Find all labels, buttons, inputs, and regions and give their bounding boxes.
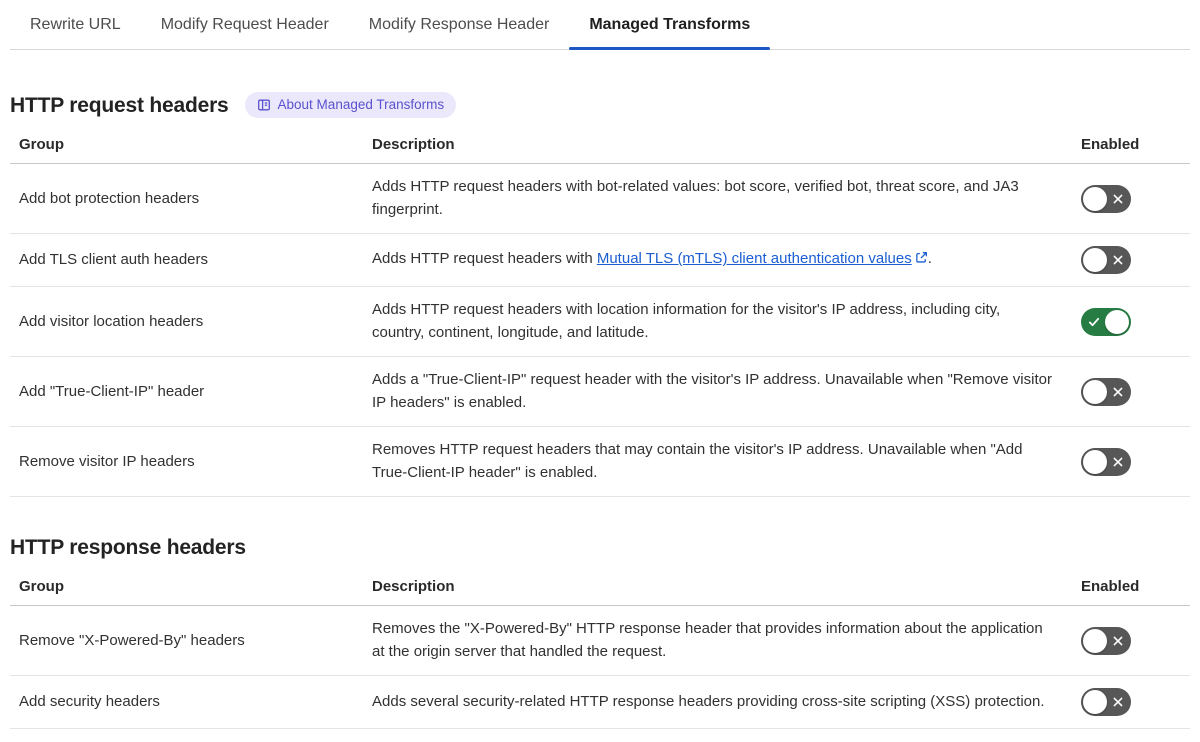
tab-bar: Rewrite URL Modify Request Header Modify R… <box>10 0 1190 50</box>
x-icon <box>1112 193 1124 205</box>
column-header-enabled: Enabled <box>1081 578 1140 595</box>
tab-modify-response-header[interactable]: Modify Response Header <box>349 0 570 49</box>
group-cell: Add "True-Client-IP" header <box>19 382 205 400</box>
response-table-header-row: Group Description Enabled <box>10 568 1190 606</box>
managed-transforms-page: Rewrite URL Modify Request Header Modify R… <box>0 0 1200 729</box>
toggle-add-security-headers[interactable] <box>1081 688 1131 716</box>
description-cell: Removes HTTP request headers that may co… <box>372 441 1023 481</box>
description-link-label: Mutual TLS (mTLS) client authentication … <box>596 250 912 268</box>
description-cell: Adds HTTP request headers with bot-relat… <box>372 178 1019 218</box>
table-row: Add TLS client auth headers Adds HTTP req… <box>10 234 1190 287</box>
response-headers-section: HTTP response headers Group Description … <box>10 535 1190 729</box>
toggle-remove-x-powered-by-headers[interactable] <box>1081 626 1131 655</box>
description-link[interactable]: Mutual TLS (mTLS) client authentication … <box>597 250 928 267</box>
column-header-description: Description <box>372 578 455 595</box>
group-cell: Remove "X-Powered-By" headers <box>19 631 245 649</box>
toggle-knob <box>1083 628 1107 653</box>
description-text: . <box>927 250 932 268</box>
enabled-cell <box>1077 307 1190 336</box>
toggle-add-true-client-ip-header[interactable] <box>1081 377 1131 406</box>
request-table-header-row: Group Description Enabled <box>10 126 1190 164</box>
request-headers-table: Group Description Enabled Add bot protec… <box>10 126 1190 497</box>
response-table-body: Remove "X-Powered-By" headers Removes the… <box>10 606 1190 729</box>
table-row: Add security headers Adds several securit… <box>10 676 1190 729</box>
section-title-request-headers: HTTP request headers <box>10 93 229 117</box>
enabled-cell <box>1077 447 1190 476</box>
column-header-enabled: Enabled <box>1081 136 1140 153</box>
book-icon <box>257 98 271 112</box>
toggle-knob <box>1083 186 1107 211</box>
table-row: Remove visitor IP headers Removes HTTP re… <box>10 427 1190 497</box>
description-cell: Adds HTTP request headers with location … <box>372 301 1001 341</box>
check-icon <box>1088 316 1100 328</box>
table-row: Add bot protection headers Adds HTTP requ… <box>10 164 1190 234</box>
description-cell: Adds HTTP request headers with Mutual TL… <box>372 248 1077 272</box>
enabled-cell <box>1077 246 1190 274</box>
x-icon <box>1112 254 1124 266</box>
toggle-knob <box>1083 690 1107 714</box>
table-row: Add visitor location headers Adds HTTP re… <box>10 287 1190 357</box>
toggle-knob <box>1083 248 1107 272</box>
x-icon <box>1112 635 1124 647</box>
enabled-cell <box>1077 688 1190 716</box>
request-headers-section: HTTP request headers About Managed Trans… <box>10 92 1190 497</box>
about-managed-transforms-badge[interactable]: About Managed Transforms <box>244 92 457 118</box>
response-headers-table: Group Description Enabled Remove "X-Powe… <box>10 568 1190 729</box>
group-cell: Add security headers <box>19 693 160 710</box>
enabled-cell <box>1077 184 1190 213</box>
request-section-head: HTTP request headers About Managed Trans… <box>10 92 1190 118</box>
tab-managed-transforms[interactable]: Managed Transforms <box>569 0 771 50</box>
description-cell: Adds a "True-Client-IP" request header w… <box>372 371 1052 411</box>
external-link-icon <box>915 249 928 272</box>
enabled-cell <box>1077 626 1190 655</box>
toggle-add-visitor-location-headers[interactable] <box>1081 307 1131 336</box>
group-cell: Remove visitor IP headers <box>19 452 195 470</box>
x-icon <box>1112 386 1124 398</box>
enabled-cell <box>1077 377 1190 406</box>
tab-rewrite-url[interactable]: Rewrite URL <box>10 0 141 49</box>
badge-label: About Managed Transforms <box>277 97 445 113</box>
description-cell: Removes the "X-Powered-By" HTTP response… <box>372 620 1043 660</box>
x-icon <box>1112 696 1124 708</box>
column-header-description: Description <box>372 136 455 153</box>
group-cell: Add TLS client auth headers <box>19 251 209 268</box>
description-cell: Adds several security-related HTTP respo… <box>372 692 1045 710</box>
description-text: Adds HTTP request headers with <box>372 250 597 268</box>
request-table-body: Add bot protection headers Adds HTTP requ… <box>10 164 1190 497</box>
toggle-knob <box>1105 309 1129 334</box>
group-cell: Add visitor location headers <box>19 312 204 330</box>
group-cell: Add bot protection headers <box>19 189 200 207</box>
tab-modify-request-header[interactable]: Modify Request Header <box>141 0 349 49</box>
section-title-response-headers: HTTP response headers <box>10 536 246 559</box>
table-row: Remove "X-Powered-By" headers Removes the… <box>10 606 1190 676</box>
column-header-group: Group <box>19 136 64 153</box>
toggle-knob <box>1083 379 1107 404</box>
toggle-knob <box>1083 449 1107 474</box>
toggle-remove-visitor-ip-headers[interactable] <box>1081 447 1131 476</box>
toggle-add-bot-protection-headers[interactable] <box>1081 184 1131 213</box>
toggle-add-tls-client-auth-headers[interactable] <box>1081 246 1131 274</box>
x-icon <box>1112 456 1124 468</box>
table-row: Add "True-Client-IP" header Adds a "True-… <box>10 357 1190 427</box>
response-section-head: HTTP response headers <box>10 535 1190 560</box>
column-header-group: Group <box>19 578 64 595</box>
